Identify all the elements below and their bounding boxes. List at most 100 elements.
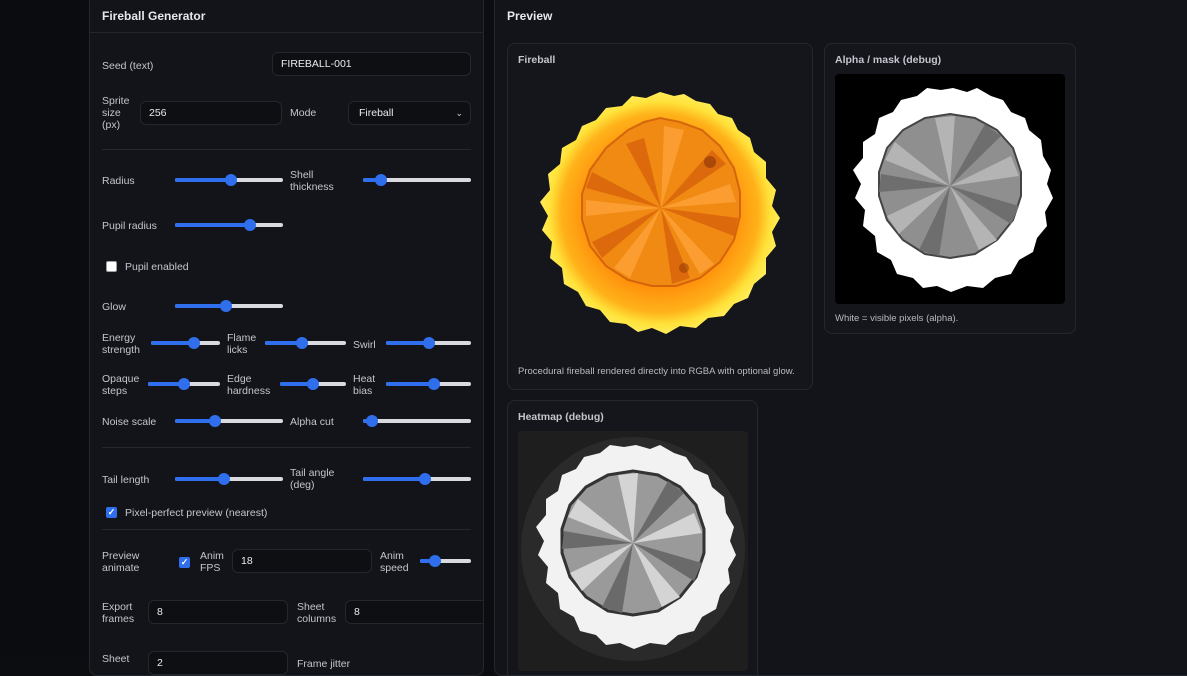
heatmap-canvas bbox=[518, 431, 748, 671]
slider-thumb[interactable] bbox=[217, 473, 230, 485]
slider-fill bbox=[175, 178, 232, 182]
sheet-input[interactable]: 2 bbox=[148, 651, 288, 675]
slider-thumb[interactable] bbox=[307, 378, 319, 390]
export-frames-label: Export frames bbox=[102, 601, 134, 625]
sheet-columns-input[interactable]: 8 bbox=[345, 600, 483, 624]
slider-thumb[interactable] bbox=[208, 415, 221, 427]
slider-thumb[interactable] bbox=[296, 337, 309, 349]
section-divider bbox=[102, 529, 471, 530]
energy-strength-label: Energy strength bbox=[102, 332, 140, 356]
flame-licks-slider[interactable] bbox=[265, 336, 346, 350]
alpha-mask-image bbox=[853, 88, 1053, 292]
tail-angle-label-line1: Tail angle bbox=[290, 467, 335, 479]
pixel-perfect-checkbox[interactable]: ✓ bbox=[106, 507, 117, 518]
heat-bias-slider[interactable] bbox=[386, 377, 471, 391]
slider-thumb[interactable] bbox=[365, 415, 378, 427]
slider-thumb[interactable] bbox=[219, 300, 232, 312]
slider-fill bbox=[386, 382, 434, 386]
sprite-size-input[interactable]: 256 bbox=[140, 101, 282, 125]
slider-thumb[interactable] bbox=[225, 174, 238, 186]
sprite-size-label-line3: (px) bbox=[102, 119, 121, 131]
glow-slider[interactable] bbox=[175, 299, 283, 313]
heat-label-line1: Heat bbox=[353, 373, 376, 385]
energy-label-line1: Energy bbox=[102, 332, 136, 344]
section-divider bbox=[102, 447, 471, 448]
alpha-mask-card: Alpha / mask (debug) White = visible pix… bbox=[824, 43, 1076, 334]
preview-panel: Preview Fireball Procedural fireball ren… bbox=[494, 0, 1187, 676]
slider-thumb[interactable] bbox=[375, 174, 388, 186]
seed-label: Seed (text) bbox=[102, 60, 154, 72]
preview-animate-label-line1: Preview bbox=[102, 550, 140, 562]
glow-label: Glow bbox=[102, 301, 126, 313]
heat-bias-label: Heat bias bbox=[353, 373, 375, 397]
radius-slider[interactable] bbox=[175, 173, 283, 187]
slider-thumb[interactable] bbox=[427, 378, 440, 390]
left-gutter bbox=[0, 0, 88, 662]
flame-label-line2: licks bbox=[227, 344, 248, 356]
energy-label-line2: strength bbox=[102, 344, 140, 356]
tail-angle-label: Tail angle (deg) bbox=[290, 467, 334, 491]
alpha-cut-label: Alpha cut bbox=[290, 416, 334, 428]
sprite-size-label: Sprite size (px) bbox=[102, 95, 129, 131]
shell-thickness-slider[interactable] bbox=[363, 173, 471, 187]
noise-scale-slider[interactable] bbox=[175, 414, 283, 428]
mode-select-value: Fireball bbox=[359, 107, 394, 119]
slider-thumb[interactable] bbox=[418, 473, 431, 485]
preview-animate-label-line2: animate bbox=[102, 562, 140, 574]
swirl-slider[interactable] bbox=[386, 336, 471, 350]
anim-speed-slider[interactable] bbox=[420, 554, 471, 568]
alpha-mask-card-title: Alpha / mask (debug) bbox=[835, 54, 942, 66]
slider-fill bbox=[363, 477, 425, 481]
tail-angle-slider[interactable] bbox=[363, 472, 471, 486]
frame-jitter-label: Frame jitter bbox=[297, 658, 351, 670]
opaque-steps-slider[interactable] bbox=[148, 377, 220, 391]
tail-angle-label-line2: (deg) bbox=[290, 479, 315, 491]
heatmap-card: Heatmap (debug) bbox=[507, 400, 758, 675]
opaque-label-line2: steps bbox=[102, 385, 128, 397]
alpha-mask-canvas bbox=[835, 74, 1065, 304]
tail-length-slider[interactable] bbox=[175, 472, 283, 486]
generator-panel: Fireball Generator Seed (text) FIREBALL-… bbox=[89, 0, 484, 676]
fireball-card-caption: Procedural fireball rendered directly in… bbox=[518, 366, 795, 377]
preview-animate-label: Preview animate bbox=[102, 550, 139, 574]
energy-strength-slider[interactable] bbox=[151, 336, 220, 350]
slider-fill bbox=[175, 223, 250, 227]
anim-fps-label-line1: Anim bbox=[200, 550, 224, 562]
pupil-radius-slider[interactable] bbox=[175, 218, 283, 232]
alpha-mask-card-caption: White = visible pixels (alpha). bbox=[835, 313, 959, 324]
pupil-enabled-checkbox[interactable] bbox=[106, 261, 117, 272]
anim-speed-label: Anim speed bbox=[380, 550, 409, 574]
anim-fps-label-line2: FPS bbox=[200, 562, 221, 574]
slider-fill bbox=[175, 477, 224, 481]
mode-select[interactable]: Fireball ⌄ bbox=[348, 101, 471, 125]
section-divider bbox=[102, 149, 471, 150]
edge-hardness-slider[interactable] bbox=[280, 377, 346, 391]
sheet-columns-label-line2: columns bbox=[297, 613, 337, 625]
slider-thumb[interactable] bbox=[178, 378, 190, 390]
tail-length-label: Tail length bbox=[102, 474, 150, 486]
pupil-enabled-label: Pupil enabled bbox=[125, 261, 189, 273]
fireball-card-title: Fireball bbox=[518, 54, 556, 66]
sheet-label: Sheet bbox=[102, 653, 130, 665]
preview-animate-checkbox[interactable]: ✓ bbox=[179, 557, 190, 568]
alpha-cut-slider[interactable] bbox=[363, 414, 471, 428]
export-frames-input[interactable]: 8 bbox=[148, 600, 288, 624]
heat-label-line2: bias bbox=[353, 385, 373, 397]
export-frames-label-line2: frames bbox=[102, 613, 135, 625]
flame-label-line1: Flame bbox=[227, 332, 257, 344]
chevron-down-icon: ⌄ bbox=[455, 108, 463, 118]
slider-thumb[interactable] bbox=[243, 219, 256, 231]
slider-fill bbox=[175, 304, 226, 308]
shell-thickness-label-line1: Shell bbox=[290, 169, 314, 181]
seed-input[interactable]: FIREBALL-001 bbox=[272, 52, 471, 76]
flame-licks-label: Flame licks bbox=[227, 332, 256, 356]
generator-title: Fireball Generator bbox=[102, 9, 206, 23]
heatmap-image bbox=[518, 431, 748, 671]
panel-header-divider bbox=[90, 32, 483, 33]
slider-thumb[interactable] bbox=[429, 555, 442, 567]
sprite-size-label-line1: Sprite bbox=[102, 95, 130, 107]
slider-thumb[interactable] bbox=[187, 337, 200, 349]
shell-thickness-label-line2: thickness bbox=[290, 181, 334, 193]
slider-thumb[interactable] bbox=[423, 337, 436, 349]
anim-fps-input[interactable]: 18 bbox=[232, 549, 372, 573]
